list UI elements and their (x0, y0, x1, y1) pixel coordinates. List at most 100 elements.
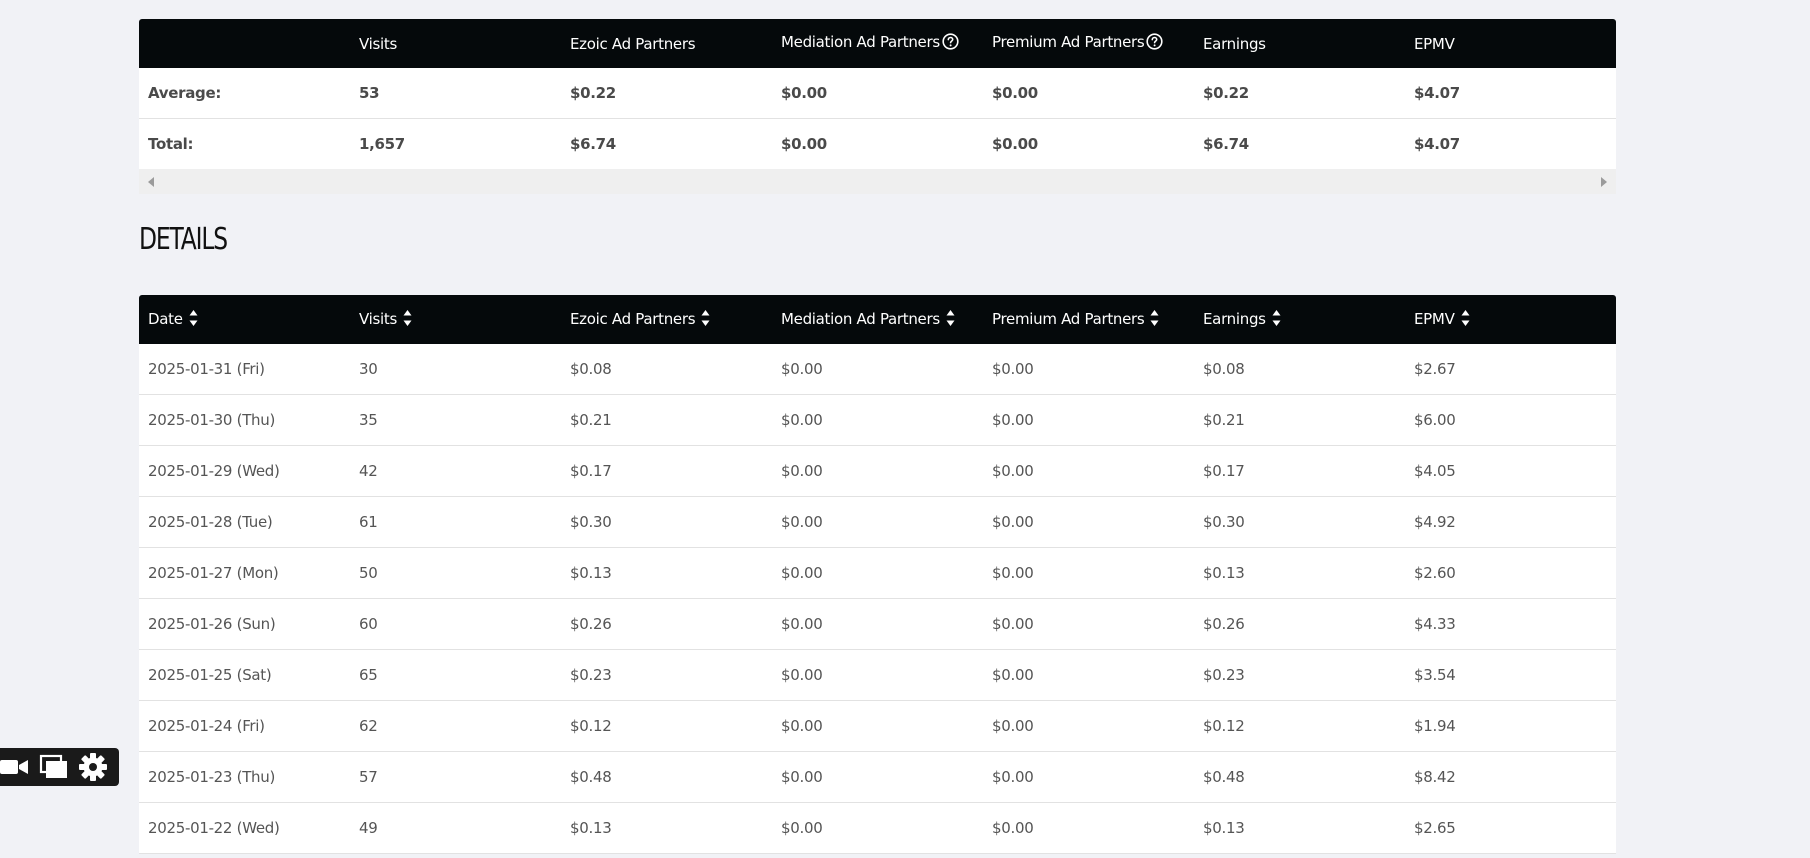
table-row: 2025-01-29 (Wed) 42 $0.17 $0.00 $0.00 $0.17 $4… (139, 445, 1616, 497)
table-cell-earnings: $0.26 (1194, 598, 1405, 650)
table-cell-date: 2025-01-22 (Wed) (139, 802, 350, 854)
header-text: Ezoic Ad Partners (570, 309, 696, 328)
table-cell-date: 2025-01-30 (Thu) (139, 394, 350, 446)
table-cell-epmv: $4.33 (1405, 598, 1616, 650)
header-text: EPMV (1414, 309, 1455, 328)
header-text: Ezoic Ad Partners (570, 34, 696, 53)
table-cell-ezoic: $0.08 (561, 344, 772, 395)
table-cell-ezoic: $0.21 (561, 394, 772, 446)
table-row: 2025-01-25 (Sat) 65 $0.23 $0.00 $0.00 $0.23 $3… (139, 649, 1616, 701)
summary-cell: $4.07 (1405, 68, 1616, 119)
table-cell-earnings: $0.13 (1194, 547, 1405, 599)
table-cell-visits: 65 (350, 649, 561, 701)
summary-header-premium: Premium Ad Partners (983, 19, 1194, 68)
sort-arrows-icon[interactable] (701, 309, 710, 331)
table-cell-premium: $0.00 (983, 598, 1194, 650)
table-cell-mediation: $0.00 (772, 751, 983, 803)
table-cell-premium: $0.00 (983, 700, 1194, 752)
header-text: EPMV (1414, 34, 1455, 53)
header-text: Mediation Ad Partners (781, 33, 940, 51)
sort-header-visits[interactable]: Visits (350, 295, 561, 344)
sort-header-epmv[interactable]: EPMV (1405, 295, 1616, 344)
details-body: 2025-01-31 (Fri) 30 $0.08 $0.00 $0.00 $0.08 $2… (139, 344, 1616, 854)
table-cell-visits: 35 (350, 394, 561, 446)
table-cell-epmv: $3.54 (1405, 649, 1616, 701)
summary-header-epmv: EPMV (1405, 19, 1616, 68)
table-row: 2025-01-27 (Mon) 50 $0.13 $0.00 $0.00 $0.13 $2… (139, 547, 1616, 599)
summary-cell: Total: (139, 118, 350, 169)
table-cell-mediation: $0.00 (772, 445, 983, 497)
summary-cell: $0.22 (1194, 68, 1405, 119)
table-row: 2025-01-28 (Tue) 61 $0.30 $0.00 $0.00 $0.30 $4… (139, 496, 1616, 548)
table-cell-epmv: $8.42 (1405, 751, 1616, 803)
question-circle-icon[interactable] (942, 33, 959, 54)
summary-cell: $4.07 (1405, 118, 1616, 169)
table-cell-ezoic: $0.13 (561, 547, 772, 599)
header-text: Visits (359, 34, 397, 53)
table-cell-earnings: $0.08 (1194, 344, 1405, 395)
table-row: 2025-01-26 (Sun) 60 $0.26 $0.00 $0.00 $0.26 $4… (139, 598, 1616, 650)
table-cell-premium: $0.00 (983, 394, 1194, 446)
table-cell-epmv: $6.00 (1405, 394, 1616, 446)
sort-header-premium[interactable]: Premium Ad Partners (983, 295, 1194, 344)
table-cell-premium: $0.00 (983, 547, 1194, 599)
horizontal-scrollbar[interactable] (139, 169, 1616, 194)
details-table-container: Date Visits Ezoic Ad Partners Mediation Ad … (139, 295, 1616, 854)
sort-arrows-icon[interactable] (189, 309, 198, 331)
sort-header-ezoic[interactable]: Ezoic Ad Partners (561, 295, 772, 344)
question-circle-icon[interactable] (1146, 33, 1164, 54)
sort-arrows-icon[interactable] (1461, 309, 1470, 331)
table-cell-earnings: $0.12 (1194, 700, 1405, 752)
table-cell-epmv: $4.05 (1405, 445, 1616, 497)
table-cell-date: 2025-01-29 (Wed) (139, 445, 350, 497)
table-cell-epmv: $2.60 (1405, 547, 1616, 599)
sort-header-mediation[interactable]: Mediation Ad Partners (772, 295, 983, 344)
header-text: Premium Ad Partners (992, 33, 1145, 51)
table-cell-earnings: $0.13 (1194, 802, 1405, 854)
table-cell-premium: $0.00 (983, 496, 1194, 548)
table-cell-ezoic: $0.13 (561, 802, 772, 854)
header-text: Earnings (1203, 34, 1266, 53)
sort-arrows-icon[interactable] (1150, 309, 1159, 331)
table-row: 2025-01-30 (Thu) 35 $0.21 $0.00 $0.00 $0.21 $6… (139, 394, 1616, 446)
table-row: 2025-01-23 (Thu) 57 $0.48 $0.00 $0.00 $0.48 $8… (139, 751, 1616, 803)
floating-toolbar (0, 748, 119, 786)
table-cell-date: 2025-01-23 (Thu) (139, 751, 350, 803)
header-text: Date (148, 309, 183, 328)
summary-table: Visits Ezoic Ad Partners Mediation Ad Pa… (139, 19, 1616, 169)
summary-header-row: Visits Ezoic Ad Partners Mediation Ad Pa… (139, 19, 1616, 68)
table-cell-epmv: $1.94 (1405, 700, 1616, 752)
table-cell-date: 2025-01-26 (Sun) (139, 598, 350, 650)
summary-cell: Average: (139, 68, 350, 119)
gear-icon[interactable] (78, 752, 108, 782)
summary-cell: $6.74 (1194, 118, 1405, 169)
summary-header-mediation: Mediation Ad Partners (772, 19, 983, 68)
scroll-right-arrow-icon[interactable] (1601, 177, 1607, 187)
video-camera-icon[interactable] (0, 756, 30, 778)
header-text: Earnings (1203, 309, 1266, 328)
table-cell-ezoic: $0.26 (561, 598, 772, 650)
table-cell-date: 2025-01-24 (Fri) (139, 700, 350, 752)
sort-header-earnings[interactable]: Earnings (1194, 295, 1405, 344)
sort-arrows-icon[interactable] (946, 309, 955, 331)
summary-table-container: Visits Ezoic Ad Partners Mediation Ad Pa… (139, 19, 1616, 194)
table-cell-mediation: $0.00 (772, 802, 983, 854)
summary-header-visits: Visits (350, 19, 561, 68)
table-cell-visits: 42 (350, 445, 561, 497)
windows-icon[interactable] (39, 754, 69, 780)
table-cell-earnings: $0.23 (1194, 649, 1405, 701)
scroll-left-arrow-icon[interactable] (148, 177, 154, 187)
table-cell-earnings: $0.48 (1194, 751, 1405, 803)
sort-arrows-icon[interactable] (403, 309, 412, 331)
table-cell-premium: $0.00 (983, 344, 1194, 395)
summary-cell: $0.00 (772, 68, 983, 119)
sort-header-date[interactable]: Date (139, 295, 350, 344)
table-cell-ezoic: $0.17 (561, 445, 772, 497)
summary-cell: $0.00 (983, 68, 1194, 119)
table-cell-ezoic: $0.30 (561, 496, 772, 548)
table-cell-epmv: $4.92 (1405, 496, 1616, 548)
sort-arrows-icon[interactable] (1272, 309, 1281, 331)
table-cell-visits: 62 (350, 700, 561, 752)
summary-header-ezoic: Ezoic Ad Partners (561, 19, 772, 68)
details-header-row: Date Visits Ezoic Ad Partners Mediation Ad … (139, 295, 1616, 344)
